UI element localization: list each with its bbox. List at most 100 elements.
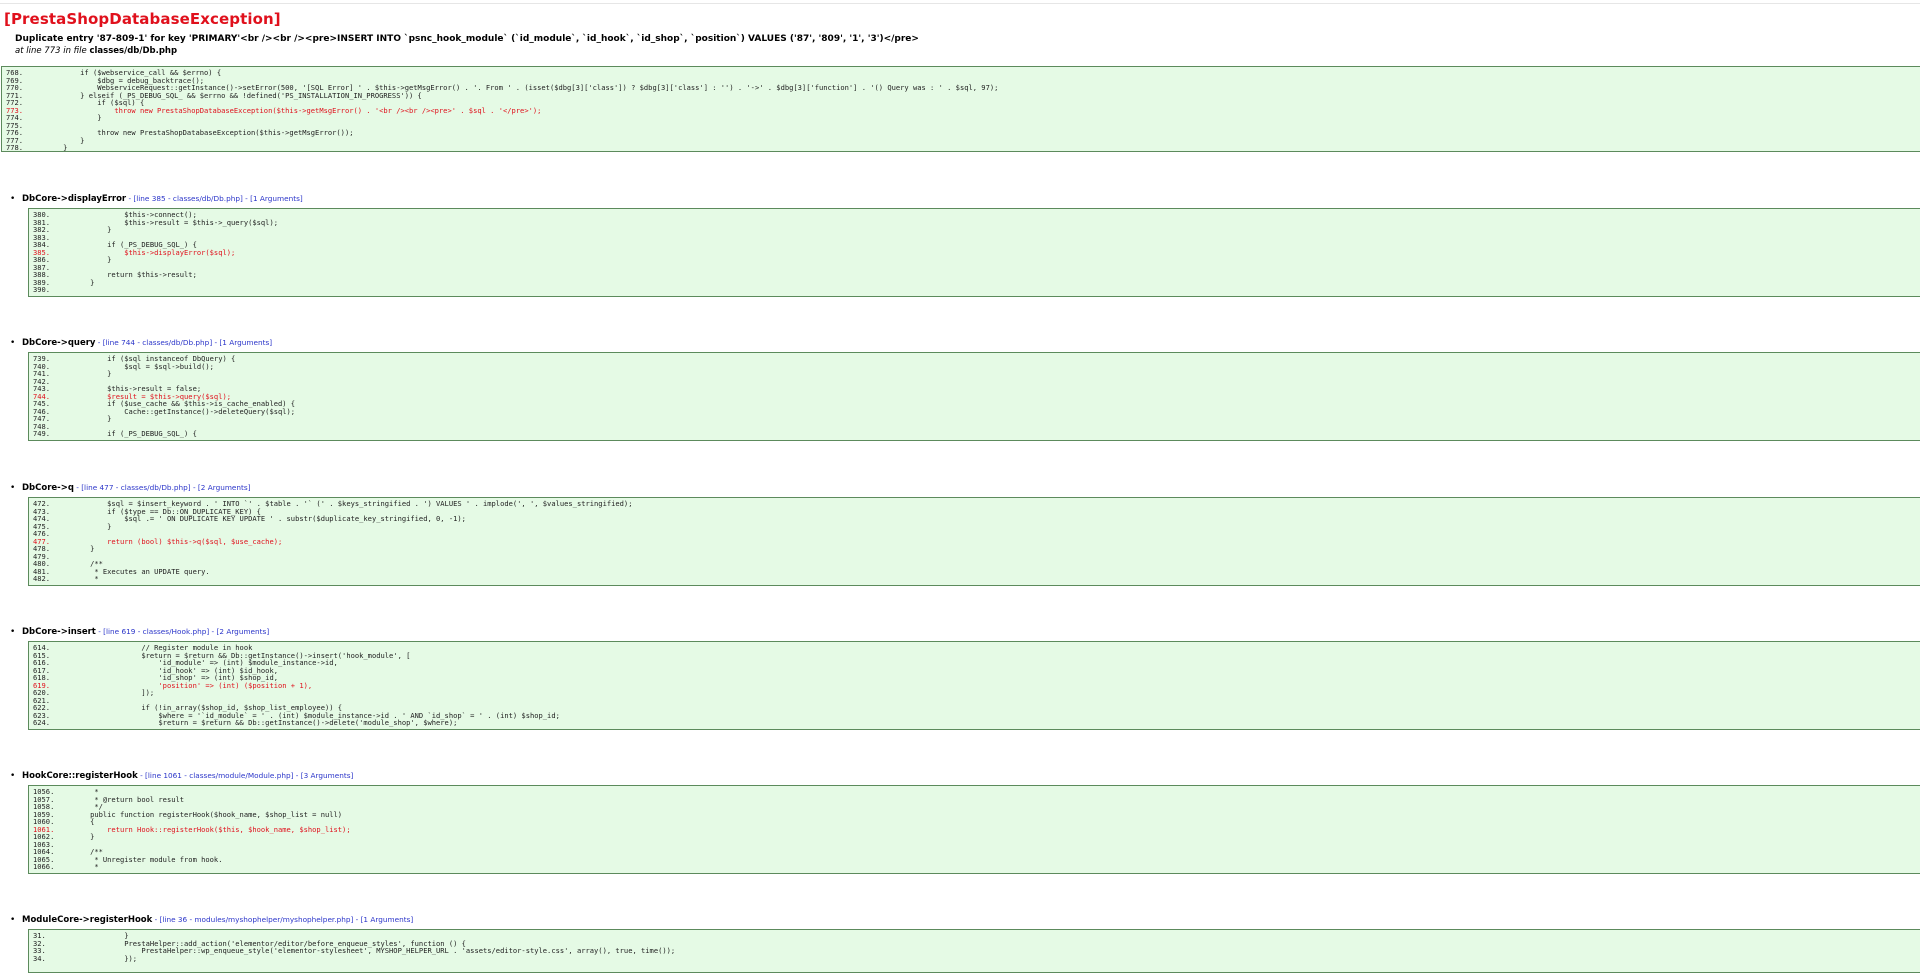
code-line: 743. $this->result = false; (33, 385, 1920, 393)
line-number: 1066. (33, 862, 55, 872)
code-line: 380. $this->connect(); (33, 211, 1920, 219)
frame-function: DbCore->displayError (22, 194, 127, 204)
code-line: 1059. public function registerHook($hook… (33, 809, 1920, 819)
code-line: 1064. /** (33, 848, 1920, 856)
code-line-highlighted: 744. $result = $this->query($sql); (33, 392, 1920, 401)
stack-frame-header: • HookCore::registerHook - [line 1061 - c… (10, 771, 353, 781)
code-line: 33. PrestaHelper::wp_enqueue_style('elem… (33, 947, 1920, 955)
code-text: } (73, 544, 95, 554)
code-line: 1065. * Unregister module from hook. (33, 855, 1920, 864)
code-text: $sql .= ' ON DUPLICATE KEY UPDATE ' . su… (73, 514, 466, 524)
exception-message: Duplicate entry '87-809-1' for key 'PRIM… (15, 34, 919, 44)
code-line-highlighted: 1061. return Hook::registerHook($this, $… (33, 824, 1920, 834)
code-line: 476. (33, 530, 1920, 538)
code-line: 1066. * (33, 863, 1920, 871)
code-text: ]); (73, 688, 155, 698)
frame-code-block: 1056. * 1057. * @return bool result 1058. … (28, 785, 1920, 874)
code-line: 384. if (_PS_DEBUG_SQL_) { (33, 241, 1920, 249)
code-line: 739. if ($sql instanceof DbQuery) { (33, 355, 1920, 363)
line-number: 749. (33, 429, 51, 439)
frame-function: DbCore->query (22, 338, 96, 348)
code-line: 390. (33, 286, 1920, 294)
frame-code-block: 472. $sql = $insert_keyword . ' INTO `' … (28, 497, 1920, 586)
top-divider (0, 3, 1920, 4)
code-text: $return = $return && Db::getInstance()->… (73, 718, 458, 728)
code-text: if (_PS_DEBUG_SQL_) { (73, 429, 197, 439)
code-text: return (bool) $this->q($sql, $use_cache)… (73, 536, 283, 546)
code-line: 1062. } (33, 833, 1920, 841)
code-line: 387. (33, 264, 1920, 272)
bullet-icon: • (10, 483, 16, 493)
frame-location-link[interactable]: - [line 1061 - classes/module/Module.php… (138, 771, 353, 780)
line-number: 34. (33, 953, 46, 963)
code-line: 740. $sql = $sql->build(); (33, 362, 1920, 371)
code-text: } (46, 143, 68, 152)
code-text: public function registerHook($hook_name,… (73, 809, 343, 819)
code-line: 768. if ($webservice_call && $errno) { (6, 69, 1920, 77)
code-line-highlighted: 773. throw new PrestaShopDatabaseExcepti… (6, 105, 1920, 115)
code-text: return Hook::registerHook($this, $hook_n… (73, 824, 351, 834)
frame-location-link[interactable]: - [line 36 - modules/myshophelper/myshop… (152, 915, 414, 924)
code-line: 624. $return = $return && Db::getInstanc… (33, 719, 1920, 727)
code-text: PrestaHelper::wp_enqueue_style('elemento… (73, 946, 676, 956)
code-line: 747. } (33, 415, 1920, 423)
bullet-icon: • (10, 194, 16, 204)
location-mid: in file (60, 46, 90, 56)
frame-location-link[interactable]: - [line 477 - classes/db/Db.php] - [2 Ar… (74, 483, 250, 492)
frame-function: DbCore->q (22, 483, 74, 493)
code-line: 474. $sql .= ' ON DUPLICATE KEY UPDATE '… (33, 515, 1920, 523)
stack-frame-header: • DbCore->insert - [line 619 - classes/Ho… (10, 627, 269, 637)
exception-location: at line 773 in file classes/db/Db.php (15, 46, 177, 56)
code-line: 389. } (33, 277, 1920, 287)
frame-location-link[interactable]: - [line 385 - classes/db/Db.php] - [1 Ar… (126, 194, 302, 203)
code-line: 386. } (33, 256, 1920, 264)
code-text: } (73, 277, 95, 287)
bullet-icon: • (10, 915, 16, 925)
code-line: 771. } elseif (_PS_DEBUG_SQL_ && $errno … (6, 91, 1920, 100)
code-line: 617. 'id_hook' => (int) $id_hook, (33, 666, 1920, 675)
stack-frame-header: • DbCore->query - [line 744 - classes/db/… (10, 338, 272, 348)
frame-code-block: 739. if ($sql instanceof DbQuery) {740. … (28, 352, 1920, 441)
line-number: 482. (33, 574, 51, 584)
code-line: 774. } (6, 114, 1920, 122)
code-line: 472. $sql = $insert_keyword . ' INTO `' … (33, 500, 1920, 508)
code-text: } (73, 255, 112, 265)
code-line: 482. * (33, 575, 1920, 583)
code-line: 382. } (33, 226, 1920, 234)
code-text: throw new PrestaShopDatabaseException($t… (46, 128, 354, 138)
code-text: } (73, 832, 95, 842)
stack-frame-header: • ModuleCore->registerHook - [line 36 - m… (10, 915, 413, 925)
frame-code-block: 614. // Register module in hook 615. $ret… (28, 641, 1920, 730)
code-line: 1056. * (33, 788, 1920, 796)
code-line-highlighted: 477. return (bool) $this->q($sql, $use_c… (33, 536, 1920, 546)
line-number: 624. (33, 718, 51, 728)
stack-frame-header: • DbCore->q - [line 477 - classes/db/Db.p… (10, 483, 251, 493)
code-line: 475. } (33, 522, 1920, 531)
code-line: 748. (33, 423, 1920, 431)
location-line: 773 (44, 46, 61, 56)
bullet-icon: • (10, 771, 16, 781)
frame-location-link[interactable]: - [line 619 - classes/Hook.php] - [2 Arg… (96, 627, 269, 636)
code-line: 1063. (33, 841, 1920, 849)
code-line: 778. } (6, 143, 1920, 152)
code-line: 1057. * @return bool result (33, 795, 1920, 804)
code-line: 381. $this->result = $this->_query($sql)… (33, 218, 1920, 227)
location-file: classes/db/Db.php (89, 46, 178, 56)
location-prefix: at line (15, 46, 45, 56)
frame-location-link[interactable]: - [line 744 - classes/db/Db.php] - [1 Ar… (95, 338, 272, 347)
code-text: throw new PrestaShopDatabaseException($t… (46, 105, 542, 115)
code-line: 777. } (6, 136, 1920, 145)
frame-function: HookCore::registerHook (22, 771, 138, 781)
code-line: 741. } (33, 370, 1920, 378)
code-line: 620. ]); (33, 689, 1920, 697)
code-line: 481. * Executes an UPDATE query. (33, 567, 1920, 576)
code-line: 478. } (33, 545, 1920, 553)
code-line: 749. if (_PS_DEBUG_SQL_) { (33, 430, 1920, 438)
code-text: } (73, 414, 112, 424)
code-line: 742. (33, 378, 1920, 386)
line-number: 778. (6, 143, 24, 152)
code-text: } (46, 113, 102, 123)
stack-frame-header: • DbCore->displayError - [line 385 - clas… (10, 194, 303, 204)
code-line: 776. throw new PrestaShopDatabaseExcepti… (6, 129, 1920, 137)
code-text: } (73, 225, 112, 235)
